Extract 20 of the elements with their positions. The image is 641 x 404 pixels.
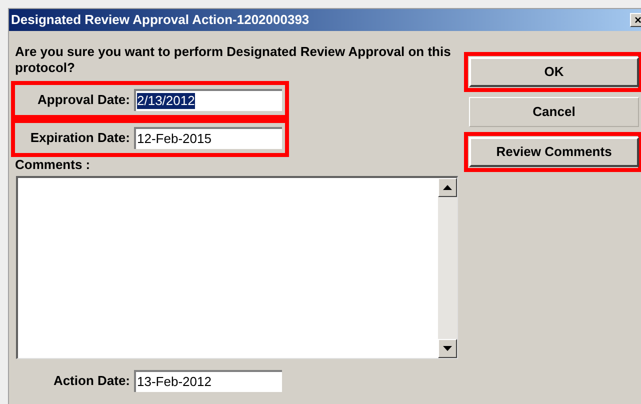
field-label: Expiration Date: (29, 129, 131, 148)
scrollbar[interactable] (438, 178, 457, 358)
close-button[interactable]: × (630, 13, 641, 27)
date-field[interactable]: 12-Feb-2015 (134, 127, 282, 149)
comments-field[interactable] (16, 176, 458, 359)
dialog-button[interactable]: OK (469, 57, 639, 87)
field-value: 12-Feb-2015 (137, 131, 212, 147)
date-field[interactable]: 2/13/2012 (134, 89, 282, 111)
date-field[interactable]: 13-Feb-2012 (134, 370, 282, 392)
field-label: Approval Date: (36, 91, 131, 110)
dialog-button[interactable]: Cancel (469, 97, 639, 127)
scroll-down-icon[interactable] (438, 339, 457, 358)
confirmation-question: Are you sure you want to perform Designated Review Approval on this protocol? (14, 43, 451, 76)
field-value: 13-Feb-2012 (137, 374, 212, 390)
field-value: 2/13/2012 (137, 93, 195, 109)
dialog-button[interactable]: Review Comments (469, 137, 639, 167)
field-label: Action Date: (52, 372, 131, 390)
comments-label: Comments : (14, 157, 92, 173)
scroll-up-icon[interactable] (438, 178, 457, 197)
window-title: Designated Review Approval Action-1202000393 (11, 11, 310, 30)
